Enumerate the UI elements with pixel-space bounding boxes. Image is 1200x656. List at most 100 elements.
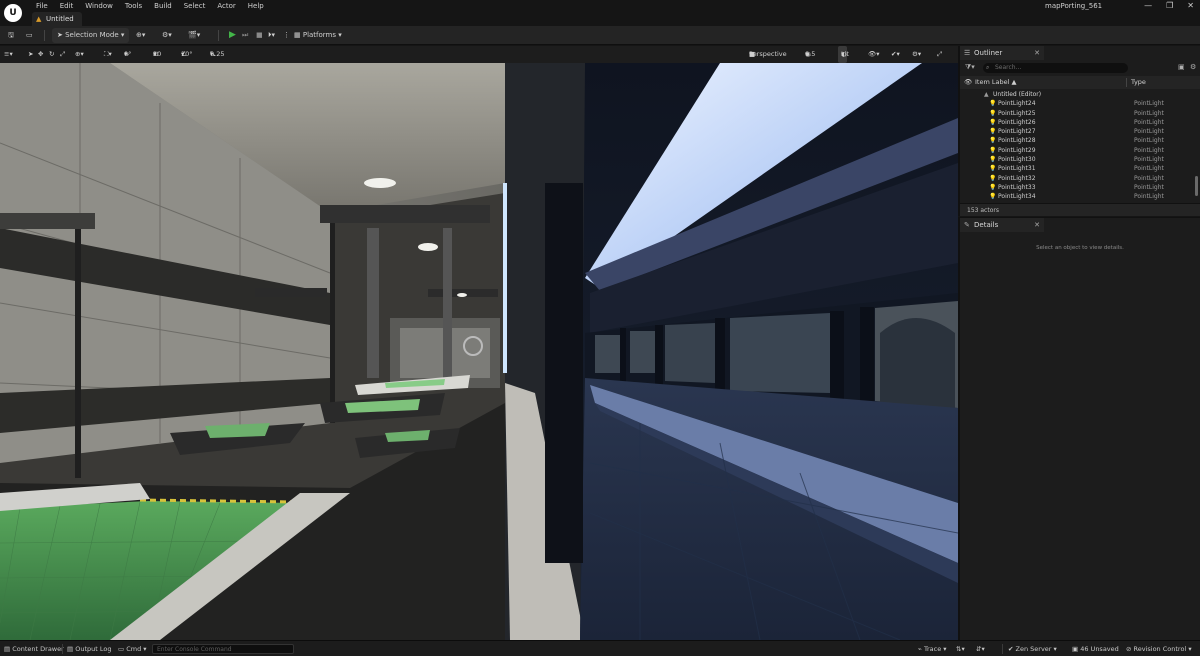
- level-viewport[interactable]: ≡▾ ➤ ✥ ↻ ⤢ ⊕▾ ⛶▾ ∿ 0° ▾ ⊞ 10 ▾ ∠ 10° ▾ ⤡ 0.…: [0, 46, 958, 640]
- status-bar: ▤ Content Drawer ▤ Output Log ▭ Cmd ▾ En…: [0, 640, 1200, 656]
- add-actor-icon[interactable]: ⊕▾: [136, 28, 145, 43]
- settings-icon[interactable]: ⚙▾: [912, 46, 921, 63]
- performance-icon[interactable]: ✔▾: [891, 46, 900, 63]
- item-type: PointLight: [1134, 128, 1164, 136]
- unsaved-button[interactable]: ▣ 46 Unsaved: [1072, 641, 1119, 656]
- pointlight-icon: 💡: [989, 165, 997, 173]
- minimize-icon[interactable]: —: [1144, 1, 1152, 10]
- chevron-down-icon: ▾: [118, 31, 125, 39]
- pointlight-icon: 💡: [989, 193, 997, 201]
- rotation-snap[interactable]: ∠ 10° ▾: [181, 46, 193, 63]
- outliner-column-header: 👁 Item Label ▲ Type: [960, 76, 1200, 89]
- perspective-dropdown[interactable]: ■ Perspective ▾: [749, 46, 787, 63]
- camera-speed[interactable]: ◉ 0.5 ▾: [805, 46, 815, 63]
- list-item[interactable]: 💡 PointLight26 PointLight: [960, 118, 1200, 127]
- unsaved-label: 46 Unsaved: [1080, 645, 1119, 653]
- list-item[interactable]: 💡 PointLight27 PointLight: [960, 127, 1200, 136]
- world-local-icon[interactable]: ⊕▾: [75, 46, 84, 63]
- item-name: PointLight27: [998, 128, 1036, 136]
- status-divider: [1002, 644, 1003, 654]
- visibility-icon[interactable]: 👁: [964, 76, 972, 89]
- list-item[interactable]: 💡 PointLight31 PointLight: [960, 164, 1200, 173]
- column-type[interactable]: Type: [1131, 76, 1146, 89]
- list-item[interactable]: 💡 PointLight29 PointLight: [960, 146, 1200, 155]
- revision-control-button[interactable]: ⊘ Revision Control ▾: [1126, 641, 1192, 656]
- scale-tool-icon[interactable]: ⤢: [60, 46, 65, 63]
- item-type: PointLight: [1134, 118, 1164, 126]
- tab-details[interactable]: ✎ Details ✕: [960, 218, 1044, 232]
- selection-mode-dropdown[interactable]: ➤ Selection Mode ▾: [52, 28, 130, 43]
- blueprint-icon[interactable]: ⚙▾: [162, 28, 172, 43]
- browse-icon[interactable]: ▭: [26, 28, 33, 43]
- viewport-menu-icon[interactable]: ≡▾: [4, 46, 13, 63]
- menu-window[interactable]: Window: [79, 1, 119, 11]
- derived-data-icon-2[interactable]: ⇵▾: [976, 641, 985, 656]
- close-icon[interactable]: ✕: [1034, 46, 1040, 60]
- translate-tool-icon[interactable]: ✥: [38, 46, 43, 63]
- menu-tools[interactable]: Tools: [119, 1, 148, 11]
- menu-actor[interactable]: Actor: [211, 1, 241, 11]
- grid-rotation[interactable]: ∿ 0° ▾: [124, 46, 131, 63]
- maximize-icon[interactable]: ❐: [1166, 1, 1173, 10]
- rotate-tool-icon[interactable]: ↻: [49, 46, 54, 63]
- pointlight-icon: 💡: [989, 128, 997, 136]
- settings-icon[interactable]: ⚙: [1190, 63, 1196, 71]
- content-drawer-button[interactable]: ▤ Content Drawer: [4, 641, 64, 656]
- outliner-scrollbar[interactable]: [1195, 176, 1198, 196]
- list-item[interactable]: 💡 PointLight24 PointLight: [960, 99, 1200, 108]
- lit-dropdown[interactable]: ◐ Lit ▾: [838, 46, 849, 63]
- grid-snap[interactable]: ⊞ 10 ▾: [153, 46, 161, 63]
- tab-outliner[interactable]: ☰ Outliner ✕: [960, 46, 1044, 60]
- surface-snap-icon[interactable]: ⛶▾: [104, 46, 112, 63]
- menu-select[interactable]: Select: [178, 1, 212, 11]
- add-folder-icon[interactable]: ▣: [1178, 63, 1185, 71]
- menu-build[interactable]: Build: [148, 1, 178, 11]
- outliner-panel: ☰ Outliner ✕ ⧩▾ ⌕ Search... ▣ ⚙ 👁 Item L…: [958, 46, 1200, 216]
- tree-root-item[interactable]: ▲ Untitled (Editor): [960, 90, 1200, 99]
- platforms-button[interactable]: ▦ Platforms ▾: [294, 28, 342, 43]
- details-icon: ✎: [964, 221, 970, 229]
- column-divider[interactable]: [1126, 78, 1127, 87]
- unreal-logo: U: [4, 4, 22, 22]
- search-input[interactable]: ⌕ Search...: [983, 63, 1128, 73]
- cmd-dropdown[interactable]: ▭ Cmd ▾: [118, 641, 147, 656]
- stop-icon[interactable]: ■: [256, 28, 263, 43]
- status-divider: [62, 644, 63, 654]
- list-item[interactable]: 💡 PointLight34 PointLight: [960, 192, 1200, 201]
- more-options-icon[interactable]: ⋮: [283, 28, 290, 43]
- list-item[interactable]: 💡 PointLight33 PointLight: [960, 183, 1200, 192]
- save-icon[interactable]: 🖫: [8, 28, 14, 43]
- cinematics-icon[interactable]: 🎬▾: [188, 28, 200, 43]
- show-flags-icon[interactable]: 👁▾: [868, 46, 880, 63]
- play-icon[interactable]: ▶: [229, 28, 236, 43]
- close-icon[interactable]: ✕: [1187, 1, 1194, 10]
- scale-snap[interactable]: ⤡ 0.25 ▾: [210, 46, 224, 63]
- filter-icon[interactable]: ⧩▾: [965, 63, 975, 72]
- advance-frame-icon[interactable]: ⏭: [242, 28, 248, 43]
- derived-data-icon[interactable]: ⇅▾: [956, 641, 965, 656]
- pointlight-icon: 💡: [989, 118, 997, 126]
- trace-dropdown[interactable]: ⌁ Trace ▾: [918, 641, 947, 656]
- level-tab[interactable]: ▲ Untitled: [32, 12, 82, 26]
- menu-file[interactable]: File: [30, 1, 54, 11]
- console-input[interactable]: Enter Console Command: [152, 644, 294, 654]
- actor-count: 153 actors: [960, 203, 1200, 216]
- list-item[interactable]: 💡 PointLight25 PointLight: [960, 109, 1200, 118]
- output-log-button[interactable]: ▤ Output Log: [67, 641, 111, 656]
- level-icon: ▲: [984, 91, 989, 98]
- launch-icon[interactable]: ⏵▾: [268, 28, 275, 43]
- output-log-icon: ▤: [67, 645, 76, 653]
- list-item[interactable]: 💡 PointLight32 PointLight: [960, 174, 1200, 183]
- zen-server-button[interactable]: ✔ Zen Server ▾: [1008, 641, 1057, 656]
- level-icon: ▲: [36, 15, 42, 23]
- close-icon[interactable]: ✕: [1034, 218, 1040, 232]
- camera-speed-value: 0.5: [805, 50, 816, 58]
- menu-edit[interactable]: Edit: [54, 1, 80, 11]
- select-tool-icon[interactable]: ➤: [28, 46, 33, 63]
- menu-help[interactable]: Help: [242, 1, 270, 11]
- maximize-viewport-icon[interactable]: ⤢: [937, 46, 942, 63]
- column-item-label[interactable]: Item Label ▲: [975, 76, 1016, 89]
- list-item[interactable]: 💡 PointLight28 PointLight: [960, 136, 1200, 145]
- list-item[interactable]: 💡 PointLight30 PointLight: [960, 155, 1200, 164]
- project-name: mapPorting_561: [1045, 2, 1103, 10]
